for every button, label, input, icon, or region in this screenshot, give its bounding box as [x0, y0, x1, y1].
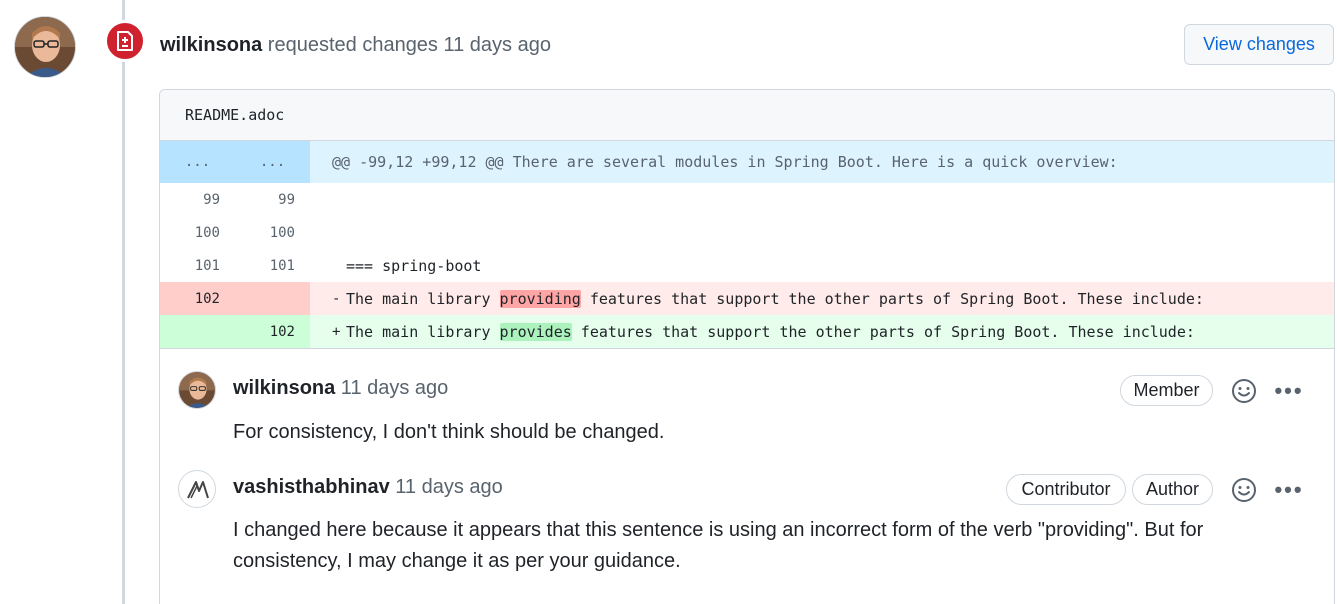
new-line-number[interactable]: 101 [235, 249, 310, 282]
old-line-number[interactable]: 101 [160, 249, 235, 282]
new-line-number[interactable]: 100 [235, 216, 310, 249]
old-line-number[interactable]: 102 [160, 282, 235, 315]
code-line: === spring-boot [346, 256, 482, 275]
author-label: Author [1132, 474, 1213, 505]
addition-sign: + [332, 323, 341, 340]
deletion-sign: - [332, 290, 341, 307]
deleted-word: providing [499, 289, 581, 308]
diff-deletion-row: 102 - The main library providing features… [160, 282, 1334, 315]
added-word: provides [499, 322, 572, 341]
file-name[interactable]: README.adoc [185, 106, 284, 124]
comment-avatar[interactable] [178, 470, 216, 508]
kebab-menu-icon[interactable]: ••• [1272, 476, 1306, 504]
hunk-header-text: @@ -99,12 +99,12 @@ There are several mo… [332, 153, 1118, 171]
kebab-menu-icon[interactable]: ••• [1272, 377, 1306, 405]
reviewer-avatar[interactable] [14, 16, 76, 78]
new-line-number [235, 282, 310, 315]
new-line-number[interactable]: ... [235, 141, 310, 183]
old-line-number[interactable]: 100 [160, 216, 235, 249]
new-line-number[interactable]: 102 [235, 315, 310, 348]
code-line: - The main library providing features tha… [332, 289, 1204, 308]
review-author[interactable]: wilkinsona [160, 34, 262, 56]
comment-avatar[interactable] [178, 371, 216, 409]
comment-author[interactable]: wilkinsona [233, 377, 335, 399]
new-line-number[interactable]: 99 [235, 183, 310, 216]
comment-body: I changed here because it appears that t… [233, 519, 1204, 572]
comment-header: vashisthabhinav 11 days ago [233, 476, 503, 499]
code-line: + The main library provides features that… [332, 322, 1195, 341]
diff-table: ... ... @@ -99,12 +99,12 @@ There are se… [160, 141, 1334, 348]
old-line-number[interactable]: 99 [160, 183, 235, 216]
member-label: Member [1120, 375, 1213, 406]
old-line-number[interactable]: ... [160, 141, 235, 183]
diff-addition-row: 102 + The main library provides features … [160, 315, 1334, 348]
comment-timestamp[interactable]: 11 days ago [335, 377, 449, 399]
diff-context-row: 99 99 [160, 183, 1334, 216]
file-header: README.adoc [160, 90, 1334, 141]
review-header: wilkinsona requested changes 11 days ago [160, 32, 551, 58]
smiley-icon[interactable] [1230, 476, 1258, 504]
diff-context-row: 100 100 [160, 216, 1334, 249]
timeline-line [122, 0, 125, 604]
contributor-label: Contributor [1006, 474, 1126, 505]
diff-hunk-row: ... ... @@ -99,12 +99,12 @@ There are se… [160, 141, 1334, 183]
comment-body: For consistency, I don't think should be… [233, 421, 665, 443]
comment-list: wilkinsona 11 days ago Member ••• For co… [160, 348, 1334, 604]
view-changes-button[interactable]: View changes [1184, 24, 1334, 65]
diff-context-row: 101 101 === spring-boot [160, 249, 1334, 282]
request-changes-icon [104, 20, 146, 62]
comment-timestamp[interactable]: 11 days ago [390, 476, 503, 498]
comment-author[interactable]: vashisthabhinav [233, 476, 390, 498]
smiley-icon[interactable] [1230, 377, 1258, 405]
comment-header: wilkinsona 11 days ago [233, 377, 448, 400]
review-action: requested changes 11 days ago [262, 34, 551, 56]
old-line-number [160, 315, 235, 348]
review-thread: README.adoc ... ... @@ -99,12 +99,12 @@ … [159, 89, 1335, 604]
